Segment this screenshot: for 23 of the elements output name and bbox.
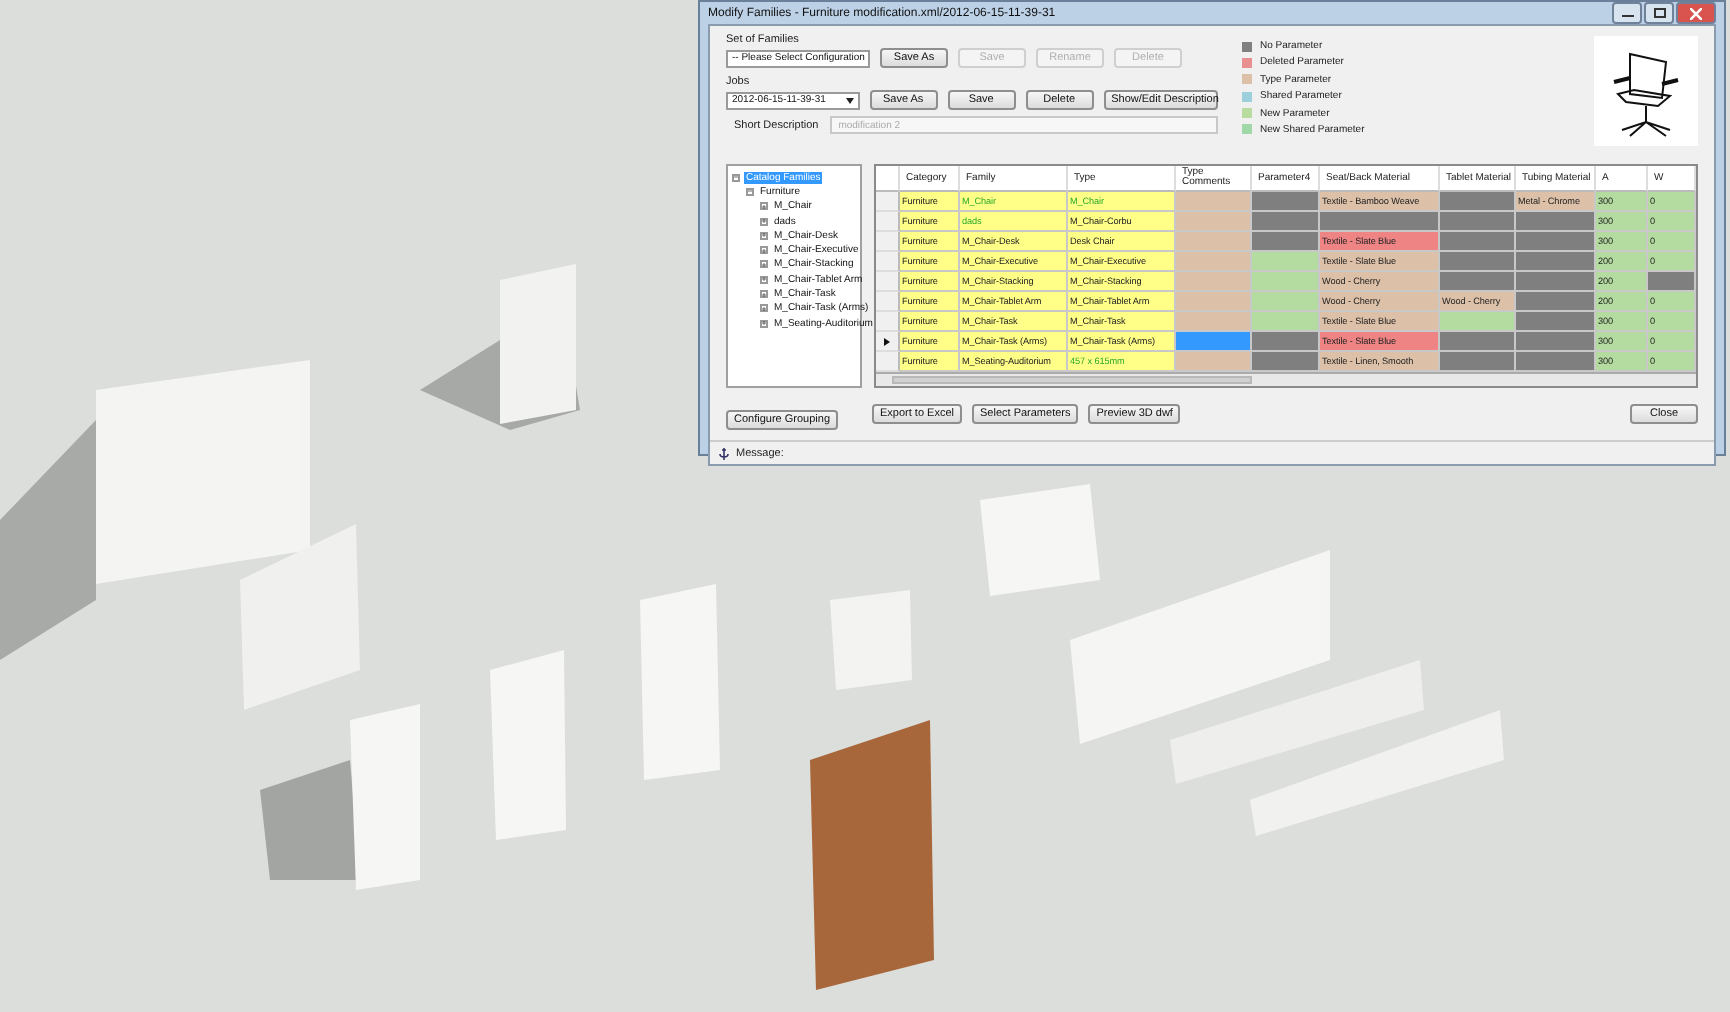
collapse-icon[interactable] — [732, 173, 740, 182]
corner-cell — [876, 166, 900, 192]
expand-icon[interactable] — [760, 217, 768, 226]
current-row-icon — [884, 337, 890, 345]
expand-icon[interactable] — [760, 260, 768, 269]
expand-icon[interactable] — [760, 290, 768, 299]
collapse-icon[interactable] — [746, 187, 754, 196]
row-header[interactable] — [876, 332, 900, 352]
expand-icon[interactable] — [760, 304, 768, 313]
minimize-icon — [1621, 9, 1633, 17]
expand-icon[interactable] — [760, 246, 768, 255]
close-button[interactable] — [1676, 2, 1716, 24]
expand-icon[interactable] — [760, 319, 768, 328]
expand-icon[interactable] — [760, 275, 768, 284]
horizontal-scrollbar[interactable] — [876, 374, 1696, 386]
minimize-button[interactable] — [1612, 2, 1642, 24]
maximize-button[interactable] — [1644, 2, 1674, 24]
expand-icon[interactable] — [760, 202, 768, 211]
maximize-icon — [1653, 8, 1665, 18]
expand-icon[interactable] — [760, 231, 768, 240]
close-icon — [1690, 7, 1702, 19]
anchor-icon — [718, 447, 730, 459]
dropdown-arrow-icon — [845, 97, 854, 103]
